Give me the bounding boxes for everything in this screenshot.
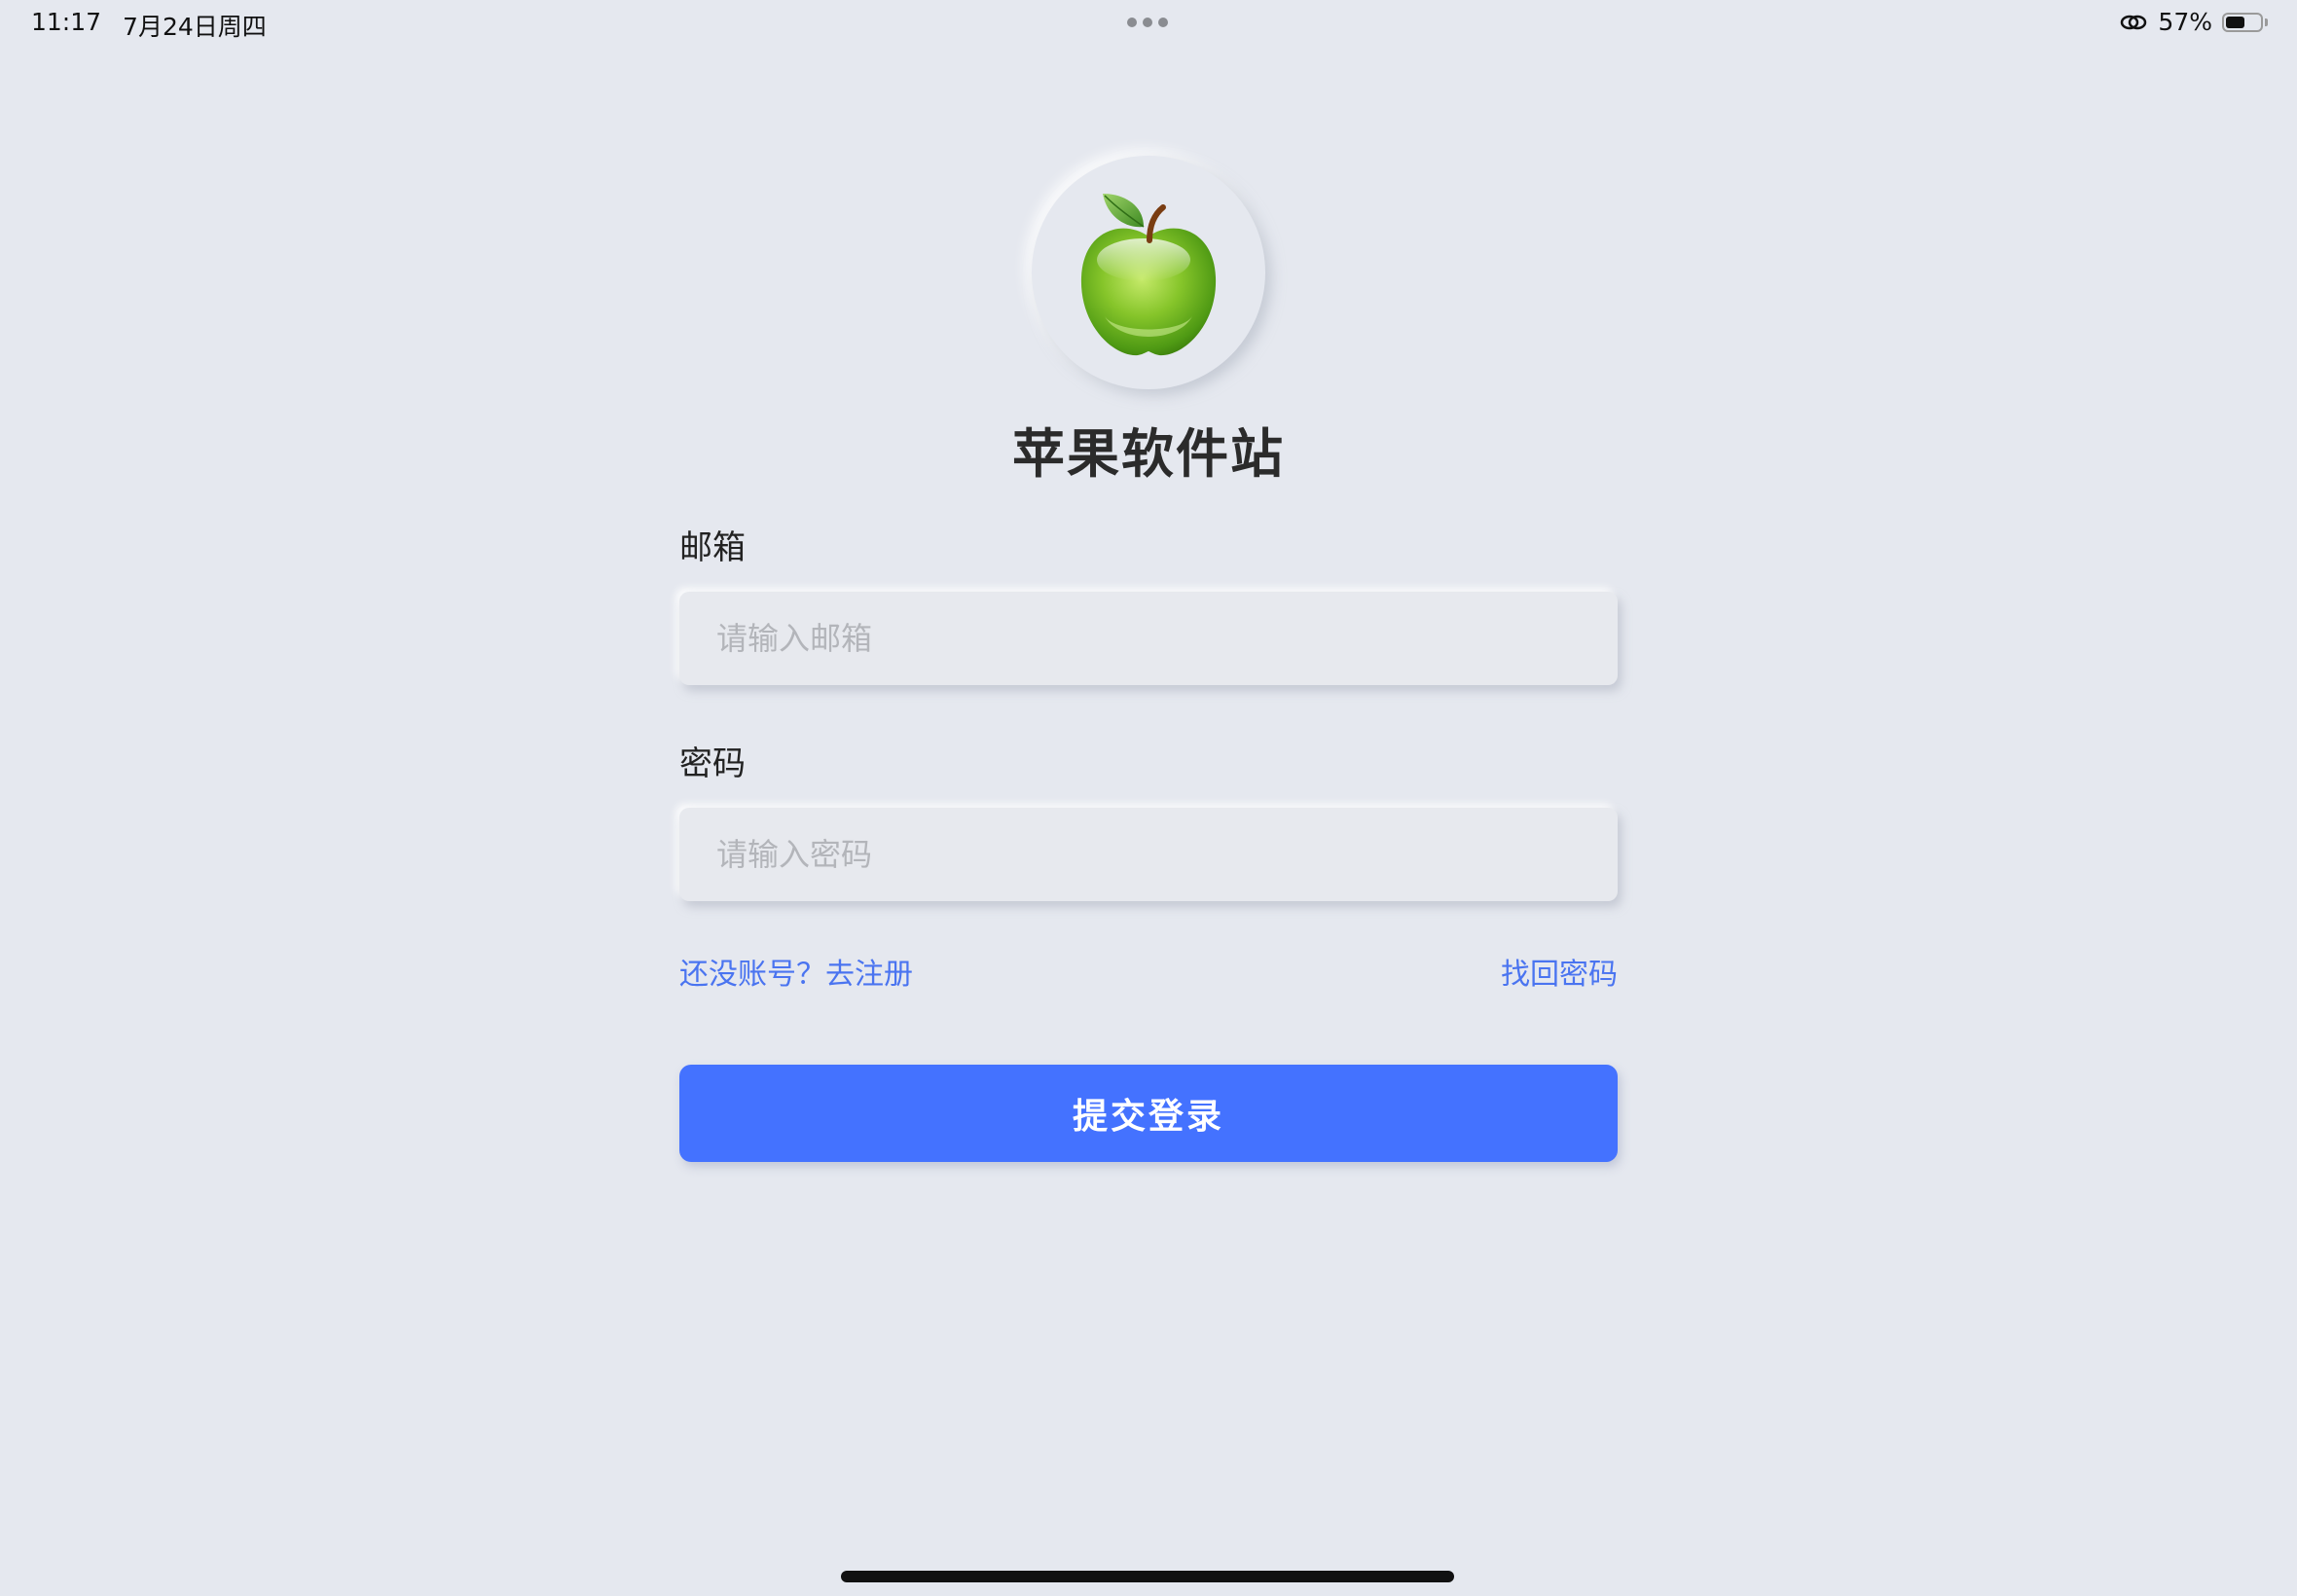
green-apple-icon [1080,194,1217,356]
email-label: 邮箱 [679,528,746,567]
register-link[interactable]: 还没账号？去注册 [679,950,913,993]
status-time: 11:17 [31,8,102,36]
multitasking-dots-icon[interactable] [1127,18,1168,27]
app-logo [1032,156,1265,389]
email-input[interactable] [714,619,1583,658]
password-input[interactable] [714,835,1583,874]
password-field-container[interactable] [679,808,1618,901]
password-label: 密码 [679,744,746,783]
login-form: 邮箱 密码 还没账号？去注册 找回密码 提交登录 [679,526,1618,1162]
auth-links: 还没账号？去注册 找回密码 [679,950,1618,993]
status-bar: 11:17 7月24日周四 57% [0,0,2297,49]
battery-icon [2222,12,2268,32]
status-left: 11:17 7月24日周四 [31,8,267,43]
status-right: 57% [2119,8,2268,36]
connection-link-icon [2119,12,2148,33]
battery-percent: 57% [2158,8,2212,36]
home-indicator[interactable] [841,1571,1454,1582]
forgot-password-link[interactable]: 找回密码 [1501,950,1618,993]
password-group: 密码 [679,742,1618,901]
submit-login-button[interactable]: 提交登录 [679,1065,1618,1162]
app-title: 苹果软件站 [1012,423,1285,485]
status-date: 7月24日周四 [123,13,267,41]
email-field-container[interactable] [679,592,1618,685]
